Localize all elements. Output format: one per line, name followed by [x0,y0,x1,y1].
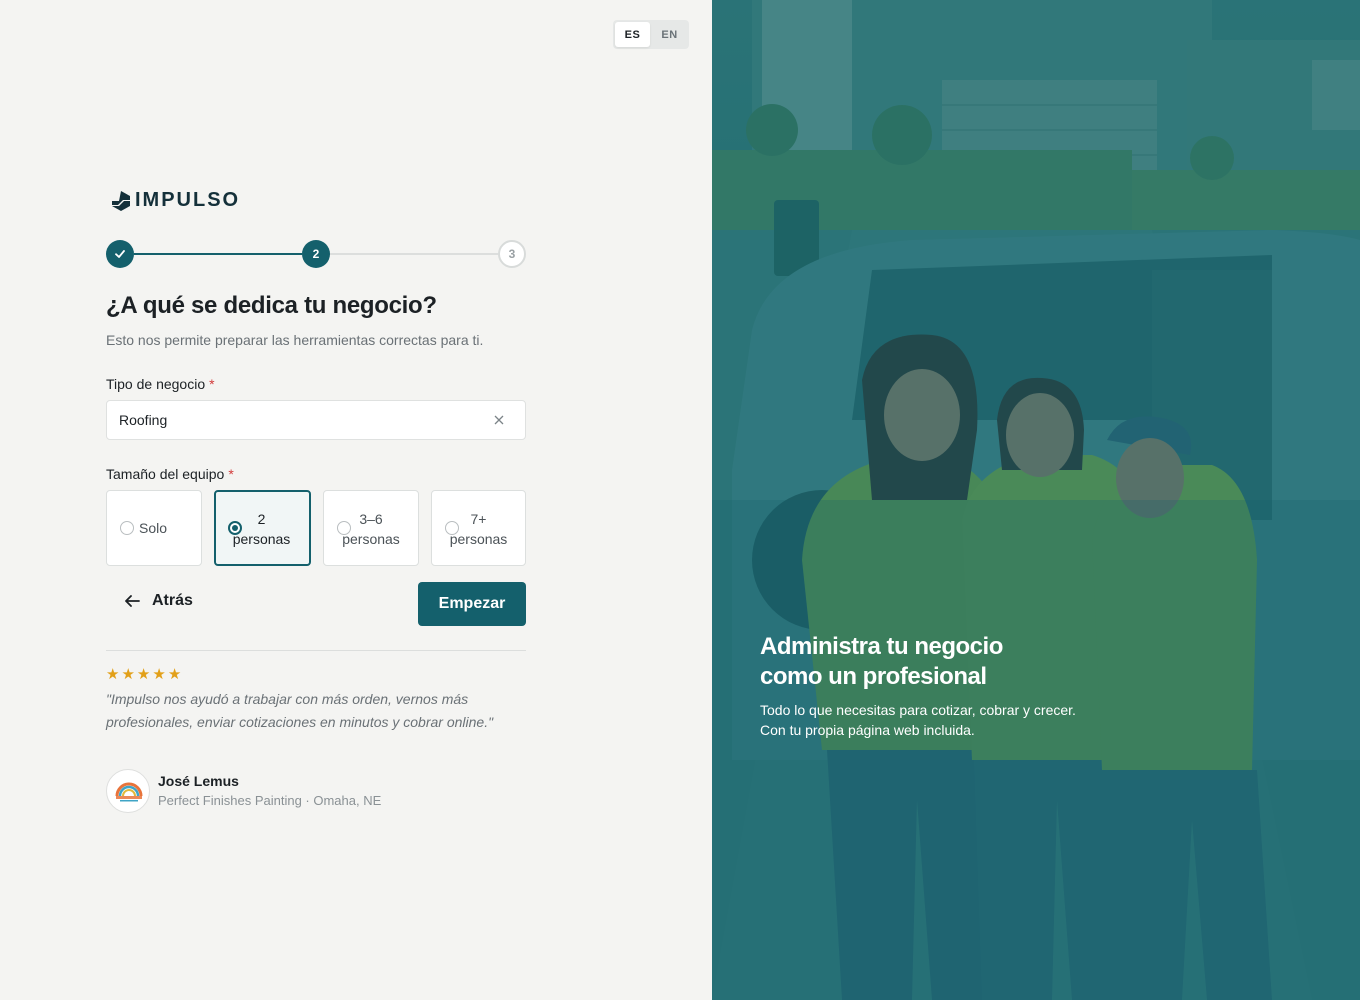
team-size-option-3-6[interactable]: 3–6 personas [323,490,419,566]
hero-panel: Administra tu negocio como un profesiona… [712,0,1360,1000]
page-title: ¿A qué se dedica tu negocio? [106,292,437,319]
star-icon: ★ [121,666,135,683]
star-icon: ★ [136,666,151,683]
step-connector-done [134,253,302,255]
back-button[interactable]: Atrás [124,592,193,610]
arrow-left-icon [125,595,140,607]
testimonial-quote: "Impulso nos ayudó a trabajar con más or… [106,691,494,730]
lang-es-button[interactable]: ES [615,22,650,47]
start-button[interactable]: Empezar [418,582,526,626]
hero-photo [712,0,1360,1000]
onboarding-panel: ES EN IMPULSO 2 3 ¿A qué se dedica tu ne… [0,0,712,1000]
team-size-options: Solo 2 personas 3–6 personas 7+ personas [106,490,526,566]
brand-logo: IMPULSO [110,189,240,212]
team-size-label-text: Tamaño del equipo [106,466,225,482]
business-type-label: Tipo de negocio * [106,376,215,392]
language-switch: ES EN [613,20,689,49]
page-subtitle: Esto nos permite preparar las herramient… [106,332,484,348]
required-mark: * [209,376,215,392]
option-label: Solo [139,520,168,536]
team-size-option-solo[interactable]: Solo [106,490,202,566]
back-label: Atrás [152,592,193,609]
testimonial-author: José Lemus [158,773,239,789]
option-label: 2 personas [232,511,291,547]
option-label: 3–6 personas [342,511,400,547]
check-icon [115,250,125,258]
rating-stars: ★ ★ ★ ★ ★ [106,665,181,683]
hero-subtitle: Todo lo que necesitas para cotizar, cobr… [760,702,1076,738]
required-mark: * [228,466,234,482]
business-type-label-text: Tipo de negocio [106,376,206,392]
team-size-label: Tamaño del equipo * [106,466,234,482]
progress-stepper: 2 3 [106,240,526,268]
brand-mark-icon [112,190,130,211]
step-3-pending: 3 [498,240,526,268]
clear-icon[interactable] [491,412,507,428]
lang-en-button[interactable]: EN [652,22,687,47]
step-connector-pending [330,253,498,255]
hero-title: Administra tu negocio como un profesiona… [760,633,1003,690]
step-1-completed [106,240,134,268]
business-type-value: Roofing [119,412,168,428]
testimonial-company: Perfect Finishes Painting · Omaha, NE [158,793,382,808]
business-type-select[interactable]: Roofing [106,400,526,440]
company-logo-avatar [106,769,150,813]
star-icon: ★ [167,666,182,683]
step-2-current: 2 [302,240,330,268]
section-divider [106,650,526,651]
team-size-option-2[interactable]: 2 personas [213,490,311,566]
radio-button[interactable] [120,521,134,535]
option-label: 7+ personas [449,511,508,547]
team-size-option-7-plus[interactable]: 7+ personas [430,490,526,566]
star-icon: ★ [152,666,166,683]
star-icon: ★ [106,666,120,683]
brand-name: IMPULSO [135,189,241,211]
